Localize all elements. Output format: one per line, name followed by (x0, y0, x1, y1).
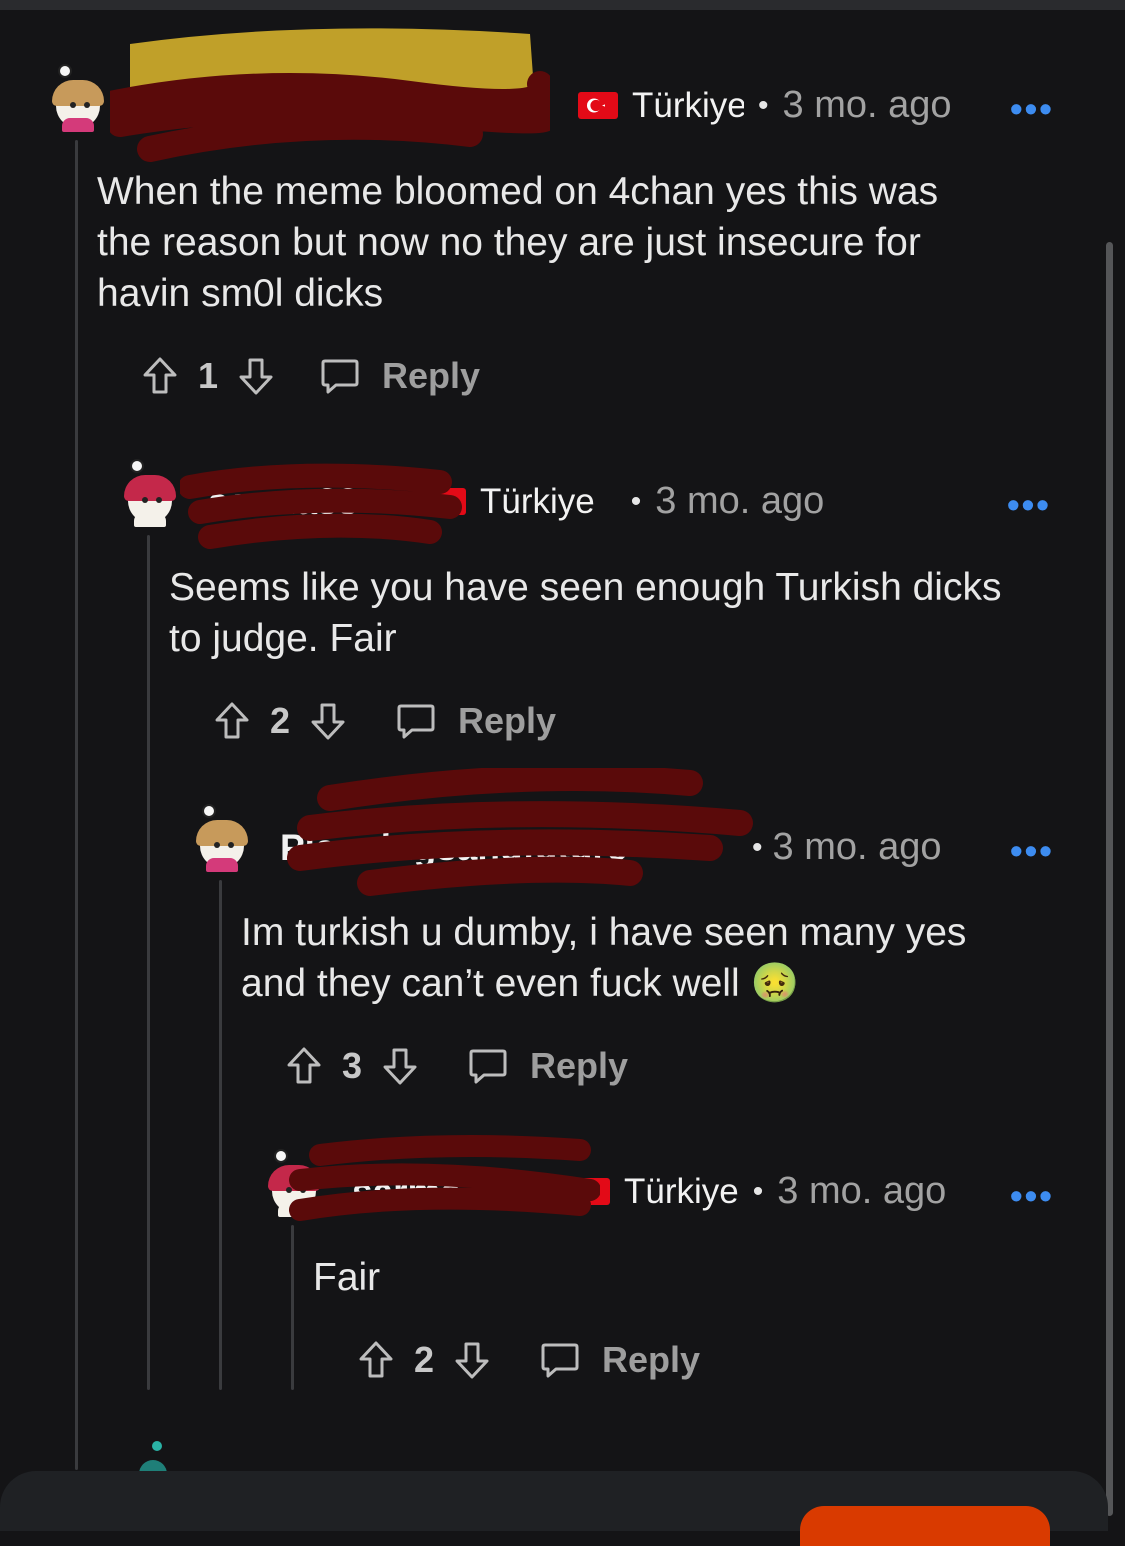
avatar[interactable] (264, 1149, 324, 1217)
turkey-flag-icon (570, 1178, 610, 1205)
comment-actions: 3 Reply (286, 1041, 628, 1091)
comment-actions: 2 Reply (358, 1335, 700, 1385)
comment-header: sarma33 Türkiye • 3 mo. ago (208, 480, 824, 523)
avatar-body (134, 513, 166, 527)
comment-header: Planningsandfuture • 3 mo. ago (280, 826, 942, 869)
downvote-arrow-icon[interactable] (310, 701, 346, 741)
comment-actions: 2 Reply (214, 696, 556, 746)
more-dots-icon[interactable]: ••• (1010, 830, 1054, 872)
more-dots-icon[interactable]: ••• (1010, 88, 1054, 130)
avatar-body (62, 118, 94, 132)
upvote-arrow-icon[interactable] (286, 1046, 322, 1086)
reply-button[interactable]: Reply (458, 700, 556, 742)
avatar-eye (300, 1187, 306, 1193)
avatar-body (278, 1203, 310, 1217)
thread-line-1[interactable] (75, 140, 78, 1470)
avatar-hair (124, 475, 176, 501)
comment-body: Seems like you have seen enough Turkish … (169, 566, 1002, 660)
vote-count: 2 (414, 1339, 435, 1380)
separator-dot: • (752, 830, 763, 864)
vote-count: 2 (270, 700, 291, 741)
avatar-antenna (130, 459, 144, 473)
timestamp: 3 mo. ago (772, 826, 942, 868)
thread-line-2[interactable] (147, 535, 150, 1390)
username[interactable]: Planningsandfuture (280, 827, 700, 869)
avatar[interactable] (120, 459, 180, 527)
separator-dot: • (630, 484, 642, 518)
avatar-body (206, 858, 238, 872)
avatar[interactable] (192, 804, 252, 872)
avatar-eye (84, 102, 90, 108)
comment-actions: 1 Reply (142, 351, 480, 401)
scrollbar[interactable] (1106, 242, 1113, 1516)
vote-count: 3 (342, 1045, 363, 1086)
thread-line-4[interactable] (291, 1225, 294, 1390)
orange-action-button[interactable] (800, 1506, 1050, 1546)
downvote-arrow-icon[interactable] (238, 356, 274, 396)
avatar-eye (228, 842, 234, 848)
speech-bubble-icon[interactable] (320, 356, 360, 396)
comment-body: Im turkish u dumby, i have seen many yes… (241, 911, 967, 1005)
avatar-hair (52, 80, 104, 106)
avatar-antenna (58, 64, 72, 78)
username[interactable]: sarma33 (352, 1171, 552, 1213)
avatar-antenna (202, 804, 216, 818)
speech-bubble-icon[interactable] (468, 1046, 508, 1086)
upvote-arrow-icon[interactable] (358, 1340, 394, 1380)
username[interactable]: Planningsandfuture (138, 85, 548, 127)
separator-dot: • (752, 1174, 764, 1208)
username[interactable]: sarma33 (208, 481, 408, 523)
avatar-antenna (274, 1149, 288, 1163)
timestamp: 3 mo. ago (655, 480, 825, 522)
timestamp: 3 mo. ago (782, 84, 952, 126)
turkey-flag-icon (578, 92, 618, 119)
more-dots-icon[interactable]: ••• (1010, 1175, 1054, 1217)
thread-line-3[interactable] (219, 880, 222, 1390)
turkey-flag-icon (426, 488, 466, 515)
reply-button[interactable]: Reply (382, 355, 480, 397)
downvote-arrow-icon[interactable] (382, 1046, 418, 1086)
avatar-hair (268, 1165, 320, 1191)
country-label: Türkiye (624, 1171, 739, 1211)
top-bar (0, 0, 1125, 10)
upvote-arrow-icon[interactable] (142, 356, 178, 396)
timestamp: 3 mo. ago (777, 1170, 947, 1212)
country-label: Türkiye (480, 481, 595, 521)
reply-button[interactable]: Reply (602, 1339, 700, 1381)
more-dots-icon[interactable]: ••• (1007, 484, 1051, 526)
avatar-eye (214, 842, 220, 848)
avatar[interactable] (48, 64, 108, 132)
reply-button[interactable]: Reply (530, 1045, 628, 1087)
upvote-arrow-icon[interactable] (214, 701, 250, 741)
speech-bubble-icon[interactable] (540, 1340, 580, 1380)
avatar-eye (70, 102, 76, 108)
vote-count: 1 (198, 355, 219, 396)
downvote-arrow-icon[interactable] (454, 1340, 490, 1380)
comment-header: sarma33 Türkiye • 3 mo. ago (352, 1170, 946, 1213)
comment-header: Planningsandfuture Türkiye • 3 mo. ago (138, 84, 952, 127)
separator-dot: • (758, 88, 769, 122)
speech-bubble-icon[interactable] (396, 701, 436, 741)
avatar-eye (286, 1187, 292, 1193)
avatar-eye (142, 497, 148, 503)
avatar-eye (156, 497, 162, 503)
comment-body: When the meme bloomed on 4chan yes this … (97, 170, 939, 315)
avatar-hair (196, 820, 248, 846)
country-label: Türkiye (632, 85, 744, 125)
comment-body: Fair (313, 1256, 381, 1299)
